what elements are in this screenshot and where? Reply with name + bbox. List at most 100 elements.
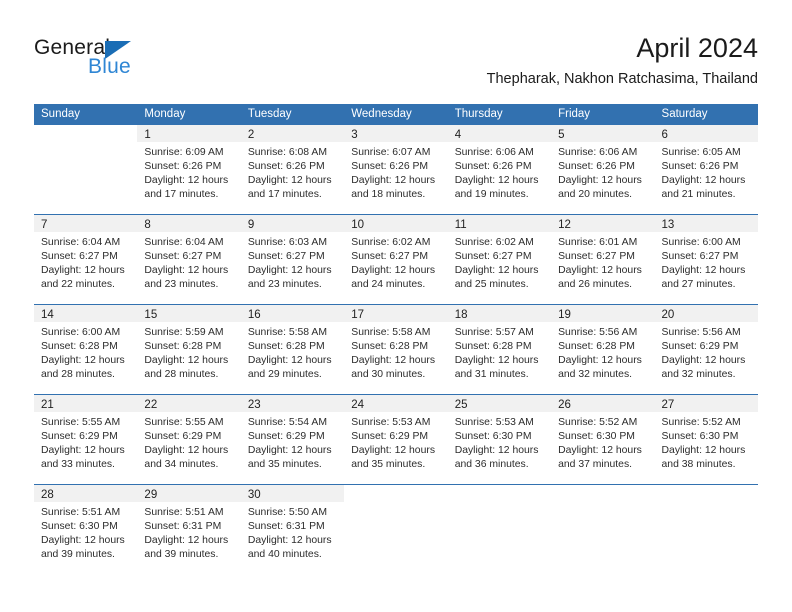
- day-detail-line: and 38 minutes.: [661, 459, 736, 470]
- calendar-week-row: 28 Sunrise: 5:51 AM Sunset: 6:30 PM Dayligh…: [34, 484, 758, 574]
- calendar-day-cell[interactable]: 15 Sunrise: 5:59 AM Sunset: 6:28 PM Dayligh…: [137, 305, 241, 394]
- calendar-day-cell[interactable]: 10 Sunrise: 6:02 AM Sunset: 6:27 PM Dayligh…: [344, 215, 448, 304]
- calendar-day-cell[interactable]: 18 Sunrise: 5:57 AM Sunset: 6:28 PM Dayligh…: [447, 305, 552, 394]
- day-detail-line: Sunrise: 5:52 AM: [661, 417, 741, 428]
- calendar-day-cell[interactable]: 28 Sunrise: 5:51 AM Sunset: 6:30 PM Dayligh…: [34, 485, 138, 574]
- day-number: 7: [41, 219, 48, 231]
- day-details: Sunrise: 6:05 AM Sunset: 6:26 PM Daylight:…: [655, 142, 758, 202]
- day-detail-line: Sunset: 6:29 PM: [144, 431, 222, 442]
- day-number: 13: [661, 219, 675, 231]
- calendar-day-cell[interactable]: 4 Sunrise: 6:06 AM Sunset: 6:26 PM Daylight…: [447, 125, 552, 214]
- calendar-day-cell[interactable]: 8 Sunrise: 6:04 AM Sunset: 6:27 PM Daylight…: [137, 215, 241, 304]
- general-blue-logo[interactable]: General Blue: [34, 36, 234, 88]
- day-details: Sunrise: 6:00 AM Sunset: 6:28 PM Daylight:…: [34, 322, 137, 382]
- day-details: Sunrise: 5:53 AM Sunset: 6:30 PM Daylight:…: [448, 412, 551, 472]
- calendar-day-cell[interactable]: 1 Sunrise: 6:09 AM Sunset: 6:26 PM Daylight…: [137, 125, 241, 214]
- day-number: 4: [454, 129, 462, 141]
- calendar-day-cell[interactable]: 23 Sunrise: 5:54 AM Sunset: 6:29 PM Dayligh…: [240, 395, 345, 484]
- day-detail-line: Daylight: 12 hours: [247, 265, 332, 276]
- day-number-band: 11: [447, 215, 552, 232]
- day-number: 19: [558, 309, 571, 321]
- day-detail-line: Sunset: 6:27 PM: [661, 251, 739, 262]
- day-detail-line: Sunset: 6:28 PM: [247, 341, 325, 352]
- calendar-day-cell[interactable]: 20 Sunrise: 5:56 AM Sunset: 6:29 PM Dayligh…: [654, 305, 758, 394]
- day-number-band: 22: [137, 395, 241, 412]
- day-number: 27: [661, 399, 675, 411]
- title-block: April 2024 Thepharak, Nakhon Ratchasima,…: [487, 32, 758, 88]
- day-number-band: 12: [551, 215, 655, 232]
- day-detail-line: Sunset: 6:29 PM: [247, 431, 325, 442]
- day-details: Sunrise: 6:01 AM Sunset: 6:27 PM Daylight:…: [551, 232, 654, 292]
- day-detail-line: and 17 minutes.: [247, 189, 322, 200]
- day-detail-line: Sunset: 6:30 PM: [558, 431, 635, 442]
- calendar-day-cell[interactable]: 29 Sunrise: 5:51 AM Sunset: 6:31 PM Dayligh…: [137, 485, 241, 574]
- day-details: Sunrise: 6:09 AM Sunset: 6:26 PM Daylight:…: [137, 142, 240, 202]
- day-detail-line: Sunrise: 5:55 AM: [41, 417, 121, 428]
- day-detail-line: Sunset: 6:31 PM: [247, 521, 325, 532]
- day-detail-line: Sunrise: 5:57 AM: [454, 327, 534, 338]
- day-detail-line: Sunrise: 6:06 AM: [558, 147, 638, 158]
- calendar-day-cell[interactable]: 14 Sunrise: 6:00 AM Sunset: 6:28 PM Dayligh…: [34, 305, 138, 394]
- day-detail-line: Sunrise: 5:51 AM: [41, 507, 121, 518]
- day-number: 24: [351, 399, 365, 411]
- day-detail-line: Sunrise: 6:00 AM: [661, 237, 741, 248]
- calendar-day-cell[interactable]: 2 Sunrise: 6:08 AM Sunset: 6:26 PM Daylight…: [240, 125, 345, 214]
- day-detail-line: Sunrise: 6:09 AM: [144, 147, 224, 158]
- day-detail-line: Daylight: 12 hours: [351, 265, 436, 276]
- day-detail-line: Sunrise: 6:07 AM: [351, 147, 431, 158]
- day-number: 5: [558, 129, 565, 141]
- calendar-day-cell[interactable]: 7 Sunrise: 6:04 AM Sunset: 6:27 PM Daylight…: [34, 215, 138, 304]
- calendar-day-cell[interactable]: 9 Sunrise: 6:03 AM Sunset: 6:27 PM Daylight…: [240, 215, 345, 304]
- calendar-day-cell[interactable]: 5 Sunrise: 6:06 AM Sunset: 6:26 PM Daylight…: [551, 125, 655, 214]
- day-detail-line: Sunset: 6:26 PM: [661, 161, 739, 172]
- calendar-day-cell[interactable]: 11 Sunrise: 6:02 AM Sunset: 6:27 PM Dayligh…: [447, 215, 552, 304]
- calendar-day-cell-empty: [447, 485, 552, 574]
- day-detail-line: Daylight: 12 hours: [247, 175, 332, 186]
- calendar-weeks: 1 Sunrise: 6:09 AM Sunset: 6:26 PM Daylight…: [34, 125, 758, 574]
- day-detail-line: Sunset: 6:26 PM: [351, 161, 429, 172]
- calendar-day-cell[interactable]: 21 Sunrise: 5:55 AM Sunset: 6:29 PM Dayligh…: [34, 395, 138, 484]
- weekday-header-wednesday: Wednesday: [351, 108, 412, 120]
- day-number-band: 26: [551, 395, 655, 412]
- day-detail-line: Sunset: 6:30 PM: [454, 431, 532, 442]
- day-detail-line: and 19 minutes.: [454, 189, 529, 200]
- day-number: 6: [661, 129, 668, 141]
- calendar-day-cell[interactable]: 16 Sunrise: 5:58 AM Sunset: 6:28 PM Dayligh…: [240, 305, 345, 394]
- day-detail-line: Sunrise: 5:56 AM: [661, 327, 741, 338]
- day-detail-line: Sunrise: 6:08 AM: [247, 147, 327, 158]
- calendar-page: General Blue April 2024 Thepharak, Nakho…: [0, 0, 792, 612]
- day-number-band: 30: [240, 485, 345, 502]
- calendar-day-cell[interactable]: 22 Sunrise: 5:55 AM Sunset: 6:29 PM Dayligh…: [137, 395, 241, 484]
- day-number-band: [448, 485, 551, 502]
- calendar-day-cell[interactable]: 24 Sunrise: 5:53 AM Sunset: 6:29 PM Dayligh…: [344, 395, 448, 484]
- day-number-band: 13: [654, 215, 758, 232]
- day-details: Sunrise: 5:51 AM Sunset: 6:30 PM Daylight:…: [34, 502, 137, 562]
- day-number: 11: [454, 219, 467, 231]
- day-number-band: 5: [551, 125, 655, 142]
- calendar-day-cell[interactable]: 26 Sunrise: 5:52 AM Sunset: 6:30 PM Dayligh…: [551, 395, 655, 484]
- day-detail-line: Daylight: 12 hours: [454, 445, 539, 456]
- day-detail-line: and 30 minutes.: [351, 369, 426, 380]
- day-detail-line: Sunrise: 6:04 AM: [41, 237, 121, 248]
- calendar-day-cell[interactable]: 6 Sunrise: 6:05 AM Sunset: 6:26 PM Daylight…: [654, 125, 758, 214]
- calendar-week-row: 1 Sunrise: 6:09 AM Sunset: 6:26 PM Daylight…: [34, 125, 758, 214]
- day-number-band: 25: [447, 395, 552, 412]
- day-detail-line: Daylight: 12 hours: [454, 265, 539, 276]
- calendar-day-cell[interactable]: 19 Sunrise: 5:56 AM Sunset: 6:28 PM Dayligh…: [551, 305, 655, 394]
- calendar-day-cell[interactable]: 17 Sunrise: 5:58 AM Sunset: 6:28 PM Dayligh…: [344, 305, 448, 394]
- calendar-day-cell[interactable]: 13 Sunrise: 6:00 AM Sunset: 6:27 PM Dayligh…: [654, 215, 758, 304]
- day-number: 10: [351, 219, 365, 231]
- day-detail-line: Sunset: 6:28 PM: [144, 341, 222, 352]
- day-detail-line: Sunrise: 6:04 AM: [144, 237, 224, 248]
- day-details: Sunrise: 5:56 AM Sunset: 6:28 PM Daylight:…: [551, 322, 654, 382]
- day-detail-line: Sunrise: 5:54 AM: [247, 417, 327, 428]
- day-details: Sunrise: 6:00 AM Sunset: 6:27 PM Daylight:…: [655, 232, 758, 292]
- day-detail-line: Sunset: 6:27 PM: [454, 251, 532, 262]
- day-number: 29: [144, 489, 158, 501]
- calendar-day-cell[interactable]: 27 Sunrise: 5:52 AM Sunset: 6:30 PM Dayligh…: [654, 395, 758, 484]
- calendar-day-cell[interactable]: 25 Sunrise: 5:53 AM Sunset: 6:30 PM Dayligh…: [447, 395, 552, 484]
- calendar-day-cell[interactable]: 12 Sunrise: 6:01 AM Sunset: 6:27 PM Dayligh…: [551, 215, 655, 304]
- calendar-day-cell[interactable]: 3 Sunrise: 6:07 AM Sunset: 6:26 PM Daylight…: [344, 125, 448, 214]
- calendar-day-cell[interactable]: 30 Sunrise: 5:50 AM Sunset: 6:31 PM Dayligh…: [240, 485, 345, 574]
- day-details: [34, 142, 137, 146]
